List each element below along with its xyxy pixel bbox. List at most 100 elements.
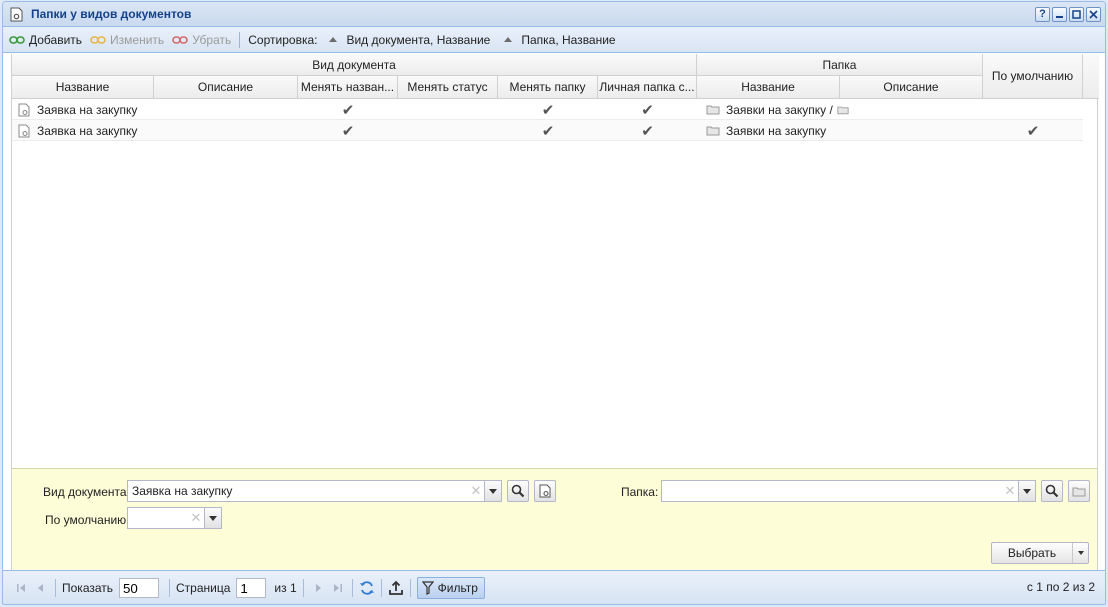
toolbar-separator	[239, 31, 241, 48]
doc-type-dropdown-trigger[interactable]	[484, 481, 501, 501]
doc-type-open-button[interactable]	[534, 480, 556, 502]
folder-dropdown-trigger[interactable]	[1018, 481, 1035, 501]
header-doc-name[interactable]: Название	[12, 76, 154, 99]
filter-button-label: Фильтр	[437, 581, 478, 595]
folder-search-button[interactable]	[1041, 480, 1063, 502]
header-can-rename[interactable]: Менять назван...	[298, 76, 398, 99]
folder-combo[interactable]: ✕	[661, 480, 1036, 502]
select-button-label: Выбрать	[1007, 546, 1057, 560]
close-button[interactable]	[1086, 7, 1101, 22]
folders-grid: Вид документа Папка По умолчанию Названи…	[11, 54, 1099, 468]
document-gear-icon	[18, 124, 30, 137]
doc-type-combo[interactable]: Заявка на закупку ✕	[127, 480, 502, 502]
minimize-icon	[1056, 16, 1063, 18]
personal-folder-check: ✔	[641, 101, 654, 119]
first-page-button[interactable]	[11, 578, 31, 598]
folder-name: Заявки на закупку	[726, 123, 827, 138]
funnel-icon	[421, 581, 434, 595]
header-personal-folder[interactable]: Личная папка с...	[598, 76, 697, 99]
pager-separator	[169, 579, 171, 597]
document-gear-icon	[539, 484, 551, 498]
folder-label: Папка:	[621, 485, 659, 499]
first-page-icon	[17, 584, 25, 592]
minimize-button[interactable]	[1052, 7, 1067, 22]
prev-page-button[interactable]	[31, 578, 51, 598]
export-icon	[388, 580, 403, 595]
folder-name: Заявки на закупку /	[726, 102, 833, 117]
table-row[interactable]: Заявка на закупку ✔ ✔ ✔ Заявки на закупк…	[12, 99, 1083, 120]
page-label: Страница	[176, 581, 231, 595]
header-folder-name[interactable]: Название	[697, 76, 840, 99]
header-can-change-status[interactable]: Менять статус	[398, 76, 498, 99]
doc-name: Заявка на закупку	[37, 102, 138, 117]
search-icon	[511, 484, 525, 498]
clear-icon[interactable]: ✕	[1002, 483, 1018, 499]
remove-button-label: Убрать	[192, 32, 232, 47]
clear-icon[interactable]: ✕	[468, 483, 484, 499]
maximize-button[interactable]	[1069, 7, 1084, 22]
chevron-down-icon	[489, 488, 497, 494]
export-button[interactable]	[386, 578, 406, 598]
next-page-icon	[315, 584, 321, 592]
pager-separator	[409, 579, 411, 597]
link-edit-icon	[90, 35, 106, 44]
next-page-button[interactable]	[308, 578, 328, 598]
filter-toggle-button[interactable]: Фильтр	[416, 577, 485, 599]
help-button[interactable]: ?	[1035, 7, 1050, 22]
can-change-folder-check: ✔	[541, 101, 555, 119]
doc-name: Заявка на закупку	[37, 123, 138, 138]
default-label: По умолчанию:	[45, 513, 130, 527]
folder-icon	[706, 105, 720, 115]
page-size-input[interactable]	[119, 578, 160, 598]
header-spacer	[1083, 54, 1099, 99]
page-number-input[interactable]	[236, 578, 267, 598]
pager-separator	[351, 579, 353, 597]
table-row[interactable]: Заявка на закупку ✔ ✔ ✔ Заявки на закупк…	[12, 120, 1083, 141]
help-icon: ?	[1039, 8, 1046, 20]
filter-panel: Вид документа: Заявка на закупку ✕ Папка…	[11, 468, 1098, 570]
add-button[interactable]: Добавить	[7, 29, 88, 51]
folder-name-cell: Заявки на закупку	[706, 120, 906, 141]
header-default[interactable]: По умолчанию	[983, 54, 1083, 99]
chevron-down-icon	[209, 515, 217, 521]
header-can-change-folder[interactable]: Менять папку	[498, 76, 598, 99]
document-gear-icon	[18, 103, 30, 116]
folder-name-cell: Заявки на закупку /	[706, 99, 906, 120]
window-title: Папки у видов документов	[31, 7, 192, 21]
close-icon	[1089, 10, 1098, 19]
select-menu-trigger[interactable]	[1072, 543, 1088, 563]
pager-separator	[380, 579, 382, 597]
refresh-icon	[359, 581, 374, 595]
window-titlebar: Папки у видов документов ?	[3, 2, 1105, 27]
pager-separator	[302, 579, 304, 597]
sort-asc-icon	[504, 37, 513, 42]
clear-icon[interactable]: ✕	[188, 510, 204, 526]
last-page-button[interactable]	[328, 578, 348, 598]
add-button-label: Добавить	[29, 32, 83, 47]
edit-button[interactable]: Изменить	[88, 29, 170, 51]
doc-type-value: Заявка на закупку	[132, 484, 233, 498]
remove-button[interactable]: Убрать	[170, 29, 237, 51]
personal-folder-check: ✔	[641, 122, 654, 140]
select-button[interactable]: Выбрать	[991, 542, 1089, 564]
doc-type-search-button[interactable]	[507, 480, 529, 502]
default-combo[interactable]: ✕	[127, 507, 222, 529]
header-doc-description[interactable]: Описание	[154, 76, 298, 99]
folder-icon	[706, 126, 720, 136]
can-change-folder-check: ✔	[541, 122, 555, 140]
header-group-doc-type: Вид документа	[12, 54, 697, 76]
pagination-bar: Показать Страница из 1	[3, 570, 1105, 604]
last-page-icon	[333, 584, 342, 592]
document-gear-icon	[10, 7, 23, 22]
refresh-button[interactable]	[357, 578, 377, 598]
edit-button-label: Изменить	[110, 32, 165, 47]
can-rename-check: ✔	[341, 101, 355, 119]
sort-folder-button[interactable]: Папка, Название	[500, 33, 625, 47]
sort-folder-label: Папка, Название	[521, 32, 616, 47]
folder-icon	[1072, 487, 1086, 496]
page-count: из 1	[274, 581, 297, 595]
header-folder-description[interactable]: Описание	[840, 76, 983, 99]
sort-doc-type-button[interactable]: Вид документа, Название	[325, 33, 500, 47]
default-dropdown-trigger[interactable]	[204, 508, 221, 528]
folder-open-button[interactable]	[1068, 480, 1090, 502]
